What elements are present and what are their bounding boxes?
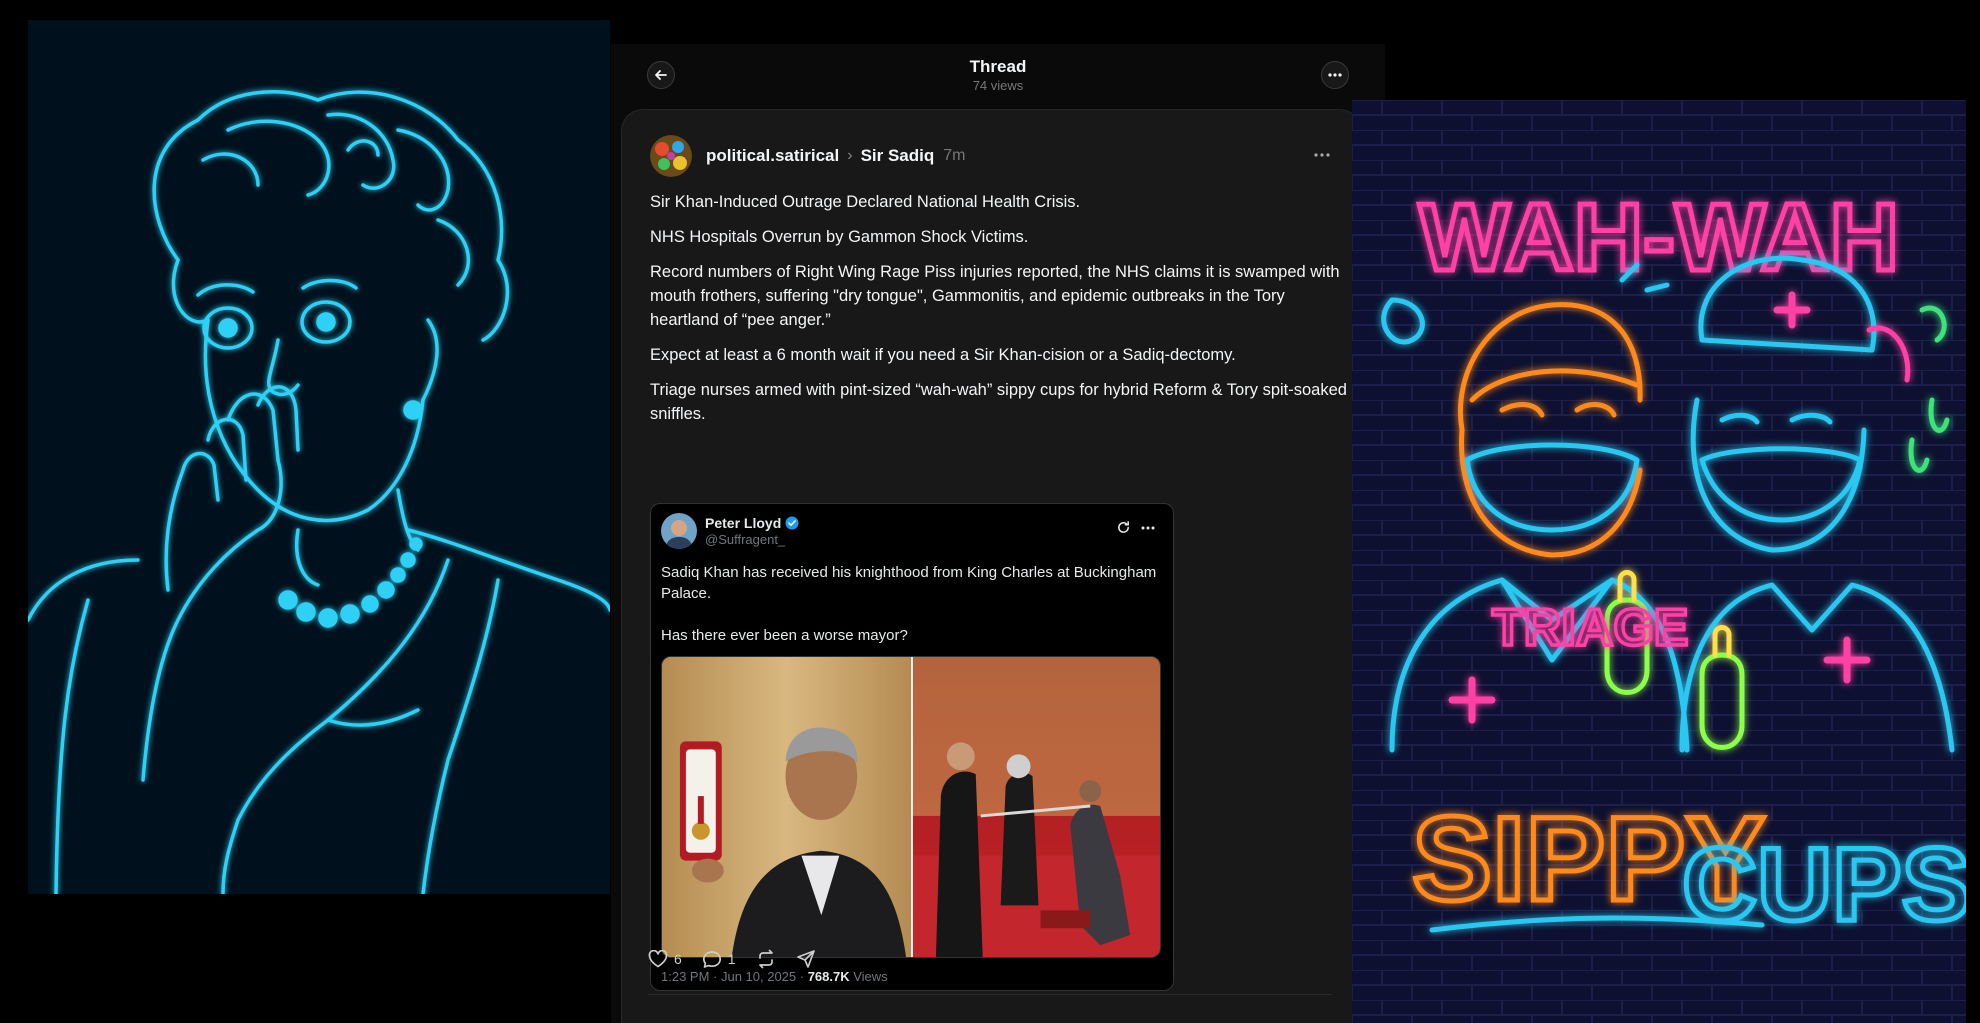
refresh-icon[interactable] xyxy=(1116,520,1131,535)
quoted-author-name-row: Peter Lloyd xyxy=(705,515,799,531)
repost-button[interactable] xyxy=(756,949,776,969)
thread-panel: Thread 74 views political.satirical › Si… xyxy=(611,44,1385,1023)
verified-badge-icon xyxy=(785,516,799,530)
person-avatar-image xyxy=(661,513,697,549)
thread-header: Thread 74 views xyxy=(611,44,1385,106)
quoted-author-name: Peter Lloyd xyxy=(705,515,782,531)
more-horizontal-icon xyxy=(1328,73,1342,77)
chevron-right-icon: › xyxy=(847,147,853,164)
shocked-woman-neon-drawing xyxy=(28,90,610,894)
author-name[interactable]: political.satirical xyxy=(706,146,839,166)
quoted-tweet-card[interactable]: Peter Lloyd @Suffragent_ Sadiq Khan has … xyxy=(650,503,1174,991)
more-horizontal-icon xyxy=(1314,153,1330,157)
post-divider xyxy=(648,994,1332,995)
quoted-tweet-meta: 1:23 PM · Jun 10, 2025 · 768.7K Views xyxy=(661,969,888,984)
thread-more-button[interactable] xyxy=(1321,61,1349,89)
quoted-tweet-photo[interactable] xyxy=(661,656,1161,958)
post-time: 7m xyxy=(943,147,966,164)
post-paragraph: Record numbers of Right Wing Rage Piss i… xyxy=(650,263,1340,329)
heart-icon xyxy=(648,950,668,968)
thread-title: Thread xyxy=(969,57,1027,76)
author-avatar[interactable] xyxy=(650,135,692,177)
more-horizontal-icon[interactable] xyxy=(1141,526,1155,530)
like-button[interactable]: 6 xyxy=(648,950,682,968)
thread-view-count: 74 views xyxy=(972,78,1024,93)
post-text: Sir Khan-Induced Outrage Declared Nation… xyxy=(650,190,1350,437)
sign-triage-text: TRIAGE xyxy=(1492,599,1688,657)
reply-button[interactable]: 1 xyxy=(702,950,736,969)
repost-icon xyxy=(758,949,773,969)
like-count: 6 xyxy=(674,951,682,967)
quoted-tweet-line: Sadiq Khan has received his knighthood f… xyxy=(661,564,1157,602)
quoted-tweet-views-label: Views xyxy=(849,969,888,984)
quoted-author-avatar xyxy=(661,513,697,549)
share-button[interactable] xyxy=(796,949,816,969)
post-paragraph: Expect at least a 6 month wait if you ne… xyxy=(650,346,1236,364)
post-actions: 6 1 xyxy=(648,949,816,969)
post-paragraph: NHS Hospitals Overrun by Gammon Shock Vi… xyxy=(650,228,1029,246)
quoted-tweet-text: Sadiq Khan has received his knighthood f… xyxy=(661,562,1161,646)
colorful-avatar-image xyxy=(650,135,692,177)
topic-tag[interactable]: Sir Sadiq xyxy=(861,146,935,166)
sign-cups-text: CUPS xyxy=(1682,827,1966,943)
post-paragraph: Sir Khan-Induced Outrage Declared Nation… xyxy=(650,193,1081,211)
sign-top-text: WAH-WAH xyxy=(1419,184,1899,291)
quoted-tweet-views-count: 768.7K xyxy=(807,969,850,984)
quoted-tweet-line: Has there ever been a worse mayor? xyxy=(661,627,908,644)
post-paragraph: Triage nurses armed with pint-sized “wah… xyxy=(650,381,1347,423)
neon-sign-nurses: WAH-WAH TRIAGE SIPPY CUPS xyxy=(1352,100,1966,1023)
quoted-tweet-date: 1:23 PM · Jun 10, 2025 · xyxy=(661,969,808,984)
left-neon-illustration xyxy=(28,20,610,894)
right-neon-illustration: WAH-WAH TRIAGE SIPPY CUPS xyxy=(1352,100,1966,1023)
knighthood-ceremony-photo xyxy=(662,657,1160,957)
quoted-author-handle: @Suffragent_ xyxy=(705,532,786,547)
post-card: political.satirical › Sir Sadiq 7m Sir K… xyxy=(621,109,1361,1023)
send-icon xyxy=(796,950,815,968)
quoted-tweet-header: Peter Lloyd @Suffragent_ xyxy=(661,512,1163,550)
comment-icon xyxy=(702,950,721,968)
reply-count: 1 xyxy=(727,951,736,967)
post-header: political.satirical › Sir Sadiq 7m xyxy=(650,134,1340,178)
post-more-button[interactable] xyxy=(1314,144,1330,162)
